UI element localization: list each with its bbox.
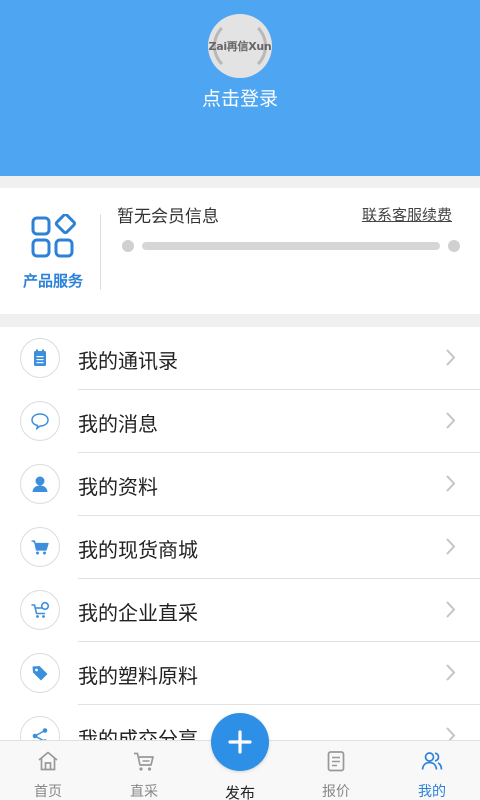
tab-label: 直采	[130, 784, 158, 800]
menu-item-label: 我的企业直采	[78, 601, 198, 625]
menu-item-label: 我的消息	[78, 412, 158, 436]
plus-icon	[228, 730, 252, 754]
menu-item-profile[interactable]: 我的资料	[0, 453, 480, 516]
membership-progress-bar	[142, 242, 440, 250]
menu-item-spot-mall[interactable]: 我的现货商城	[0, 516, 480, 579]
tab-label: 报价	[322, 784, 350, 800]
tab-mine[interactable]: 我的	[384, 741, 480, 800]
tab-direct-procurement[interactable]: 直采	[96, 741, 192, 800]
progress-start-dot	[122, 240, 134, 252]
membership-status: 暂无会员信息	[117, 207, 219, 227]
menu-item-label: 我的资料	[78, 475, 158, 499]
contact-service-renew-link[interactable]: 联系客服续费	[362, 204, 452, 225]
tab-label: 首页	[34, 784, 62, 800]
progress-end-dot	[448, 240, 460, 252]
users-icon	[421, 752, 443, 770]
chevron-right-icon	[446, 601, 456, 618]
contacts-icon	[20, 338, 60, 378]
enterprise-cart-icon	[20, 590, 60, 630]
home-icon	[38, 751, 58, 771]
menu-item-label: 我的成交分享	[78, 727, 198, 740]
logo-text: Zai再信Xun	[208, 40, 272, 53]
tag-icon	[20, 653, 60, 693]
chevron-right-icon	[446, 475, 456, 492]
divider	[100, 214, 101, 290]
tab-quote[interactable]: 报价	[288, 741, 384, 800]
menu-item-messages[interactable]: 我的消息	[0, 390, 480, 453]
publish-button[interactable]	[211, 713, 269, 771]
menu-list: 我的通讯录 我的消息 我的资料 我的现货商城 我的企业直采 我的塑料原料 我的成…	[0, 327, 480, 740]
chevron-right-icon	[446, 727, 456, 740]
cart-icon	[20, 527, 60, 567]
product-service-label[interactable]: 产品服务	[12, 270, 94, 291]
product-service-icon[interactable]	[30, 214, 76, 260]
menu-item-label: 我的塑料原料	[78, 664, 198, 688]
login-link[interactable]: 点击登录	[0, 84, 480, 111]
app-logo-avatar[interactable]: Zai再信Xun	[208, 14, 272, 78]
menu-item-plastic-materials[interactable]: 我的塑料原料	[0, 642, 480, 705]
menu-item-label: 我的现货商城	[78, 538, 198, 562]
chevron-right-icon	[446, 349, 456, 366]
publish-label[interactable]: 发布	[192, 782, 288, 800]
menu-item-label: 我的通讯录	[78, 349, 178, 373]
chevron-right-icon	[446, 412, 456, 429]
cart-icon	[134, 752, 154, 771]
tab-home[interactable]: 首页	[0, 741, 96, 800]
menu-item-contacts[interactable]: 我的通讯录	[0, 327, 480, 390]
document-list-icon	[327, 751, 345, 772]
share-icon	[20, 716, 60, 740]
menu-item-enterprise-procurement[interactable]: 我的企业直采	[0, 579, 480, 642]
message-icon	[20, 401, 60, 441]
profile-icon	[20, 464, 60, 504]
tab-label: 我的	[418, 784, 446, 800]
chevron-right-icon	[446, 664, 456, 681]
chevron-right-icon	[446, 538, 456, 555]
